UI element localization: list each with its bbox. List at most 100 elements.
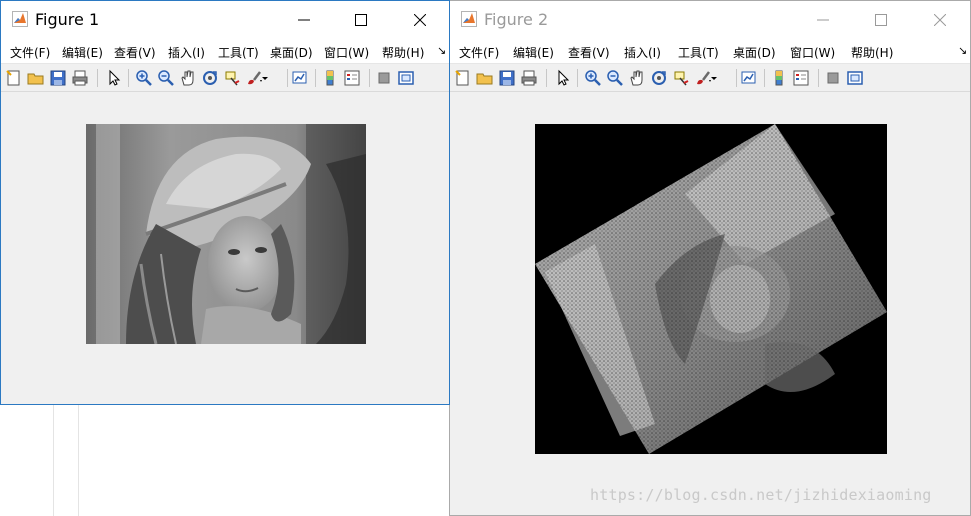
- zoom-out-tool-button[interactable]: [157, 69, 175, 87]
- toolbar-separator: [315, 69, 316, 87]
- minimize-icon: [817, 19, 829, 21]
- toolbar-separator: [287, 69, 288, 87]
- chevron-down-icon: [262, 77, 268, 80]
- link-plot-tool-button[interactable]: [291, 69, 309, 87]
- colorbar-tool-button[interactable]: [321, 69, 339, 87]
- menu-insert[interactable]: 插入(I): [624, 44, 661, 61]
- close-button[interactable]: [917, 1, 963, 39]
- toolbar-separator: [369, 69, 370, 87]
- data-cursor-tool-button[interactable]: [223, 69, 241, 87]
- colorbar-icon: [775, 70, 783, 86]
- menu-window[interactable]: 窗口(W): [790, 44, 835, 61]
- pointer-tool-button[interactable]: [105, 69, 123, 87]
- minimize-button[interactable]: [281, 1, 327, 39]
- figure-1-window[interactable]: Figure 1 文件(F) 编辑(E) 查看(V) 插入(I) 工具(T) 桌…: [0, 0, 450, 405]
- legend-tool-button[interactable]: [343, 69, 361, 87]
- data-cursor-icon: [674, 71, 689, 86]
- hide-plot-tools-icon: [378, 72, 390, 84]
- menu-insert[interactable]: 插入(I): [168, 44, 205, 61]
- pointer-icon: [558, 69, 570, 86]
- menu-tools[interactable]: 工具(T): [678, 44, 719, 61]
- hide-plot-tools-tool-button[interactable]: [375, 69, 393, 87]
- legend-icon: [344, 70, 360, 86]
- pan-tool-button[interactable]: [179, 69, 197, 87]
- figure-toolbar: [450, 63, 970, 92]
- menu-view[interactable]: 查看(V): [568, 44, 610, 61]
- figure-canvas: [1, 92, 449, 404]
- data-cursor-tool-button[interactable]: [672, 69, 690, 87]
- brush-dropdown-button[interactable]: [710, 69, 718, 87]
- figure-2-window[interactable]: Figure 2 文件(F) 编辑(E) 查看(V) 插入(I) 工具(T) 桌…: [449, 0, 971, 516]
- print-tool-button[interactable]: [71, 69, 89, 87]
- rotate-3d-icon: [203, 71, 217, 85]
- menu-edit[interactable]: 编辑(E): [513, 44, 554, 61]
- brush-dropdown-button[interactable]: [261, 69, 269, 87]
- open-file-tool-button[interactable]: [476, 69, 494, 87]
- new-figure-tool-button[interactable]: [454, 69, 472, 87]
- zoom-out-icon: [158, 70, 174, 86]
- title-bar[interactable]: Figure 1: [1, 1, 449, 39]
- background-divider: [53, 404, 54, 516]
- rotate-3d-tool-button[interactable]: [201, 69, 219, 87]
- pan-icon: [181, 70, 194, 86]
- close-button[interactable]: [397, 1, 443, 39]
- show-plot-tools-icon: [847, 71, 863, 85]
- menu-help[interactable]: 帮助(H): [851, 44, 893, 61]
- menu-tools[interactable]: 工具(T): [218, 44, 259, 61]
- zoom-in-tool-button[interactable]: [135, 69, 153, 87]
- save-tool-button[interactable]: [498, 69, 516, 87]
- background-divider: [78, 404, 79, 516]
- title-bar[interactable]: Figure 2: [450, 1, 970, 39]
- minimize-button[interactable]: [800, 1, 846, 39]
- zoom-in-tool-button[interactable]: [584, 69, 602, 87]
- menu-window[interactable]: 窗口(W): [324, 44, 369, 61]
- menu-desktop[interactable]: 桌面(D): [733, 44, 776, 61]
- toolbar-separator: [97, 69, 98, 87]
- print-tool-button[interactable]: [520, 69, 538, 87]
- menu-view[interactable]: 查看(V): [114, 44, 156, 61]
- pan-icon: [630, 70, 643, 86]
- colorbar-tool-button[interactable]: [770, 69, 788, 87]
- open-file-icon: [27, 73, 44, 85]
- pointer-icon: [109, 69, 121, 86]
- minimize-icon: [298, 19, 310, 21]
- toolbar-separator: [577, 69, 578, 87]
- figure-canvas: [450, 92, 970, 515]
- zoom-in-icon: [136, 70, 152, 86]
- hide-plot-tools-tool-button[interactable]: [824, 69, 842, 87]
- maximize-button[interactable]: [338, 1, 384, 39]
- rotate-3d-tool-button[interactable]: [650, 69, 668, 87]
- rotate-3d-icon: [652, 71, 666, 85]
- link-plot-tool-button[interactable]: [740, 69, 758, 87]
- zoom-in-icon: [585, 70, 601, 86]
- show-plot-tools-tool-button[interactable]: [846, 69, 864, 87]
- menu-file[interactable]: 文件(F): [459, 44, 499, 61]
- legend-tool-button[interactable]: [792, 69, 810, 87]
- link-plot-icon: [741, 71, 756, 84]
- menu-help[interactable]: 帮助(H): [382, 44, 424, 61]
- colorbar-icon: [326, 70, 334, 86]
- pan-tool-button[interactable]: [628, 69, 646, 87]
- maximize-icon: [355, 14, 367, 26]
- lena-image: [86, 124, 366, 344]
- open-file-tool-button[interactable]: [27, 69, 45, 87]
- pointer-tool-button[interactable]: [554, 69, 572, 87]
- menu-desktop[interactable]: 桌面(D): [270, 44, 313, 61]
- new-figure-tool-button[interactable]: [5, 69, 23, 87]
- window-title: Figure 1: [35, 10, 100, 29]
- menu-overflow-icon[interactable]: ↘: [958, 44, 967, 57]
- toolbar-separator: [818, 69, 819, 87]
- matlab-logo-icon: [461, 11, 477, 27]
- data-cursor-icon: [225, 71, 240, 86]
- figure-toolbar: [1, 63, 449, 92]
- menu-overflow-icon[interactable]: ↘: [437, 44, 446, 57]
- save-icon: [50, 70, 66, 86]
- matlab-logo-icon: [12, 11, 28, 27]
- menu-edit[interactable]: 编辑(E): [62, 44, 103, 61]
- print-icon: [72, 70, 88, 86]
- zoom-out-tool-button[interactable]: [606, 69, 624, 87]
- save-tool-button[interactable]: [49, 69, 67, 87]
- menu-file[interactable]: 文件(F): [10, 44, 50, 61]
- maximize-button[interactable]: [858, 1, 904, 39]
- show-plot-tools-tool-button[interactable]: [397, 69, 415, 87]
